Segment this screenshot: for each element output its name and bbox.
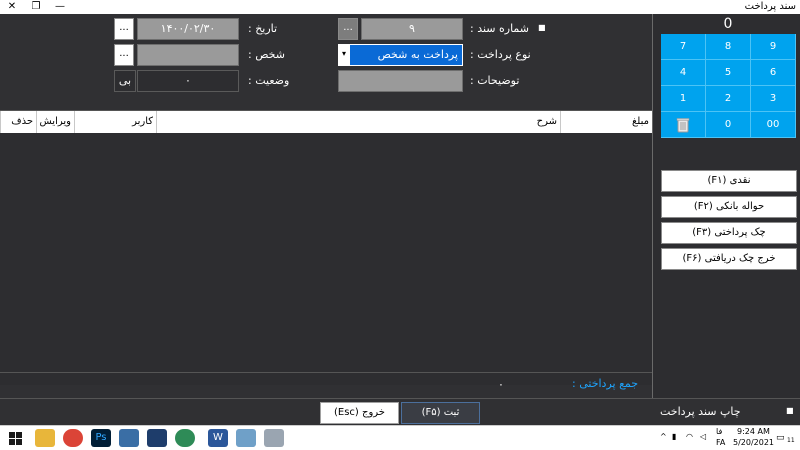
chevron-up-icon[interactable]: ^ [660,432,667,441]
notification-icon[interactable]: ▭ [776,433,785,443]
payments-grid: مبلغ شرح کاربر ویرایش حذف [0,110,652,385]
print-checkbox[interactable]: ■ [786,406,794,415]
edge-icon[interactable] [175,429,195,447]
total-value: ۰ [498,378,504,391]
cash-button[interactable]: نقدی (F۱) [661,170,797,192]
key-1[interactable]: 1 [661,86,706,112]
language-indicator-latin[interactable]: FA [716,438,725,447]
check-payment-button[interactable]: چک پرداختی (F۳) [661,222,797,244]
key-00[interactable]: 00 [751,112,796,138]
date-field[interactable]: ۱۴۰۰/۰۲/۳۰ [137,18,239,40]
language-indicator[interactable]: فا [716,427,722,436]
app-icon[interactable] [119,429,139,447]
person-field[interactable] [137,44,239,66]
status-button[interactable]: بی [114,70,136,92]
column-description[interactable]: شرح [156,111,560,133]
pay-type-select[interactable]: پرداخت به شخص [349,44,463,66]
bank-transfer-button[interactable]: حواله بانکی (F۲) [661,196,797,218]
received-check-button[interactable]: خرج چک دریافتی (F۶) [661,248,797,270]
key-7[interactable]: 7 [661,34,706,60]
column-user[interactable]: کاربر [74,111,156,133]
keypad: 7 8 9 4 5 6 1 2 3 0 00 [661,34,796,138]
title-bar: سند پرداخت ✕ ❐ — [0,0,800,14]
person-label: شخص : [248,48,285,61]
divider [0,372,652,373]
volume-icon[interactable]: ◁ [700,432,706,441]
word-icon[interactable]: W [208,429,228,447]
network-icon[interactable]: ▮ [672,432,676,441]
date-label: تاریخ : [248,22,278,35]
status-field: ۰ [137,70,239,92]
trash-icon [676,118,690,133]
column-amount[interactable]: مبلغ [560,111,652,133]
exit-button[interactable]: خروج (Esc) [320,402,399,424]
app-icon[interactable] [147,429,167,447]
key-5[interactable]: 5 [706,60,751,86]
person-browse-button[interactable]: ... [114,44,134,66]
date-picker-button[interactable]: ... [114,18,134,40]
app-icon[interactable] [264,429,284,447]
key-9[interactable]: 9 [751,34,796,60]
taskbar: Ps W ^ ▮ ◠ ◁ فا FA 9:24 AM 5/20/2021 ▭ 1… [0,425,800,450]
key-3[interactable]: 3 [751,86,796,112]
close-button[interactable]: ✕ [0,0,24,14]
status-label: وضعیت : [248,74,290,87]
wifi-icon[interactable]: ◠ [686,432,693,441]
restore-button[interactable]: ❐ [24,0,48,14]
column-edit[interactable]: ویرایش [36,111,74,133]
side-panel: 0 7 8 9 4 5 6 1 2 3 0 00 نقدی (F۱) حواله… [652,14,800,398]
clock-time[interactable]: 9:24 AM [737,427,770,436]
minimize-button[interactable]: — [48,0,72,14]
save-button[interactable]: ثبت (F۵) [401,402,480,424]
clock-date[interactable]: 5/20/2021 [733,438,774,447]
doc-no-browse-button[interactable]: ... [338,18,358,40]
divider [0,398,800,399]
total-label: جمع پرداختی : [572,377,639,390]
desc-field[interactable] [338,70,463,92]
pay-type-label: نوع پرداخت : [470,48,531,61]
key-2[interactable]: 2 [706,86,751,112]
photoshop-icon[interactable]: Ps [91,429,111,447]
key-8[interactable]: 8 [706,34,751,60]
key-clear[interactable] [661,112,706,138]
key-6[interactable]: 6 [751,60,796,86]
keypad-display: 0 [723,16,733,32]
key-4[interactable]: 4 [661,60,706,86]
active-app-icon[interactable] [236,429,256,447]
doc-no-label: شماره سند : [470,22,530,35]
window-title: سند پرداخت [744,1,796,12]
desc-label: توضیحات : [470,74,520,87]
windows-start-icon[interactable] [9,432,22,445]
grid-header: مبلغ شرح کاربر ویرایش حذف [0,111,652,133]
chrome-icon[interactable] [63,429,83,447]
checkbox-icon[interactable]: ■ [538,23,546,32]
file-explorer-icon[interactable] [35,429,55,447]
column-delete[interactable]: حذف [0,111,36,133]
notification-count: 11 [787,437,795,444]
doc-no-field[interactable]: ۹ [361,18,463,40]
print-label: چاپ سند پرداخت [660,405,741,418]
key-0[interactable]: 0 [706,112,751,138]
chevron-down-icon[interactable]: ▾ [338,44,350,66]
